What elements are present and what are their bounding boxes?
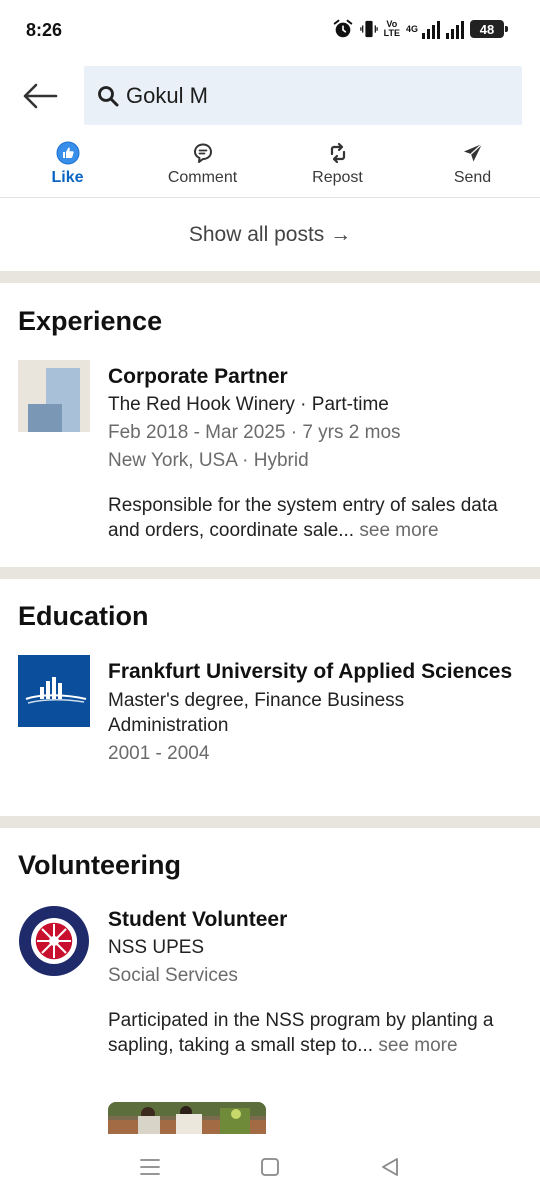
volunteer-description: Participated in the NSS program by plant…: [108, 1010, 494, 1056]
search-input[interactable]: Gokul M: [84, 66, 522, 125]
like-icon: [56, 141, 79, 164]
send-label: Send: [453, 168, 492, 186]
back-icon: [382, 1158, 398, 1176]
education-school: Frankfurt University of Applied Sciences: [108, 660, 513, 683]
university-logo: [18, 655, 90, 727]
comment-icon: [193, 143, 212, 163]
media-thumbnail[interactable]: [108, 1102, 266, 1134]
like-button[interactable]: Like: [0, 130, 135, 197]
volunteer-org: NSS UPES: [108, 937, 205, 958]
top-bar: Gokul M: [0, 62, 540, 128]
see-more-link[interactable]: see more: [378, 1035, 457, 1056]
see-more-link[interactable]: see more: [359, 520, 438, 541]
section-divider: [0, 567, 540, 579]
status-bar: 8:26 Vo LTE 4G 48: [0, 0, 540, 62]
comment-label: Comment: [167, 168, 238, 186]
post-actions: Like Comment Repost Send: [0, 130, 540, 198]
repost-button[interactable]: Repost: [270, 130, 405, 197]
system-nav-bar: [0, 1134, 540, 1200]
menu-icon: [140, 1159, 160, 1175]
recent-apps-button[interactable]: [135, 1152, 165, 1182]
system-back-button[interactable]: [375, 1152, 405, 1182]
repost-icon: [330, 142, 345, 163]
send-button[interactable]: Send: [405, 130, 540, 197]
company-logo: [18, 360, 90, 432]
volunteer-cause: Social Services: [108, 965, 238, 986]
experience-company: The Red Hook Winery · Part-time: [108, 394, 389, 415]
alarm-icon: [333, 19, 352, 38]
network-type: 4G: [405, 24, 418, 34]
vibrate-icon: [359, 20, 378, 38]
show-all-posts-link[interactable]: Show all posts →: [0, 199, 540, 271]
send-icon: [463, 143, 482, 161]
status-icons: Vo LTE 4G 48: [332, 18, 508, 40]
search-query: Gokul M: [126, 82, 208, 108]
nss-logo: [19, 906, 89, 976]
volunteering-entry[interactable]: Student Volunteer NSS UPES Social Servic…: [0, 905, 540, 1075]
education-entry[interactable]: Frankfurt University of Applied Sciences…: [0, 655, 540, 805]
experience-dates: Feb 2018 - Mar 2025 · 7 yrs 2 mos: [108, 422, 401, 443]
volunteer-role: Student Volunteer: [108, 908, 288, 931]
battery-icon: 48: [470, 20, 508, 38]
signal-icon-1: [422, 19, 440, 39]
volte-indicator: Vo LTE: [383, 19, 400, 38]
experience-heading: Experience: [18, 306, 163, 336]
home-icon: [261, 1158, 279, 1176]
experience-location: New York, USA · Hybrid: [108, 450, 309, 471]
education-dates: 2001 - 2004: [108, 743, 210, 764]
home-button[interactable]: [255, 1152, 285, 1182]
experience-description: Responsible for the system entry of sale…: [108, 495, 498, 541]
signal-icon-2: [446, 19, 464, 39]
section-divider: [0, 271, 540, 283]
back-button[interactable]: [20, 76, 60, 116]
status-time: 8:26: [26, 20, 63, 40]
volunteering-heading: Volunteering: [18, 850, 182, 880]
education-degree: Master's degree, Finance Business Admini…: [108, 690, 405, 736]
experience-role: Corporate Partner: [108, 365, 288, 388]
section-divider: [0, 816, 540, 828]
like-label: Like: [51, 168, 84, 186]
comment-button[interactable]: Comment: [135, 130, 270, 197]
education-heading: Education: [18, 601, 149, 631]
arrow-left-icon: [23, 83, 58, 109]
experience-entry[interactable]: Corporate Partner The Red Hook Winery · …: [0, 360, 540, 560]
search-icon: [98, 85, 119, 106]
repost-label: Repost: [312, 168, 363, 186]
